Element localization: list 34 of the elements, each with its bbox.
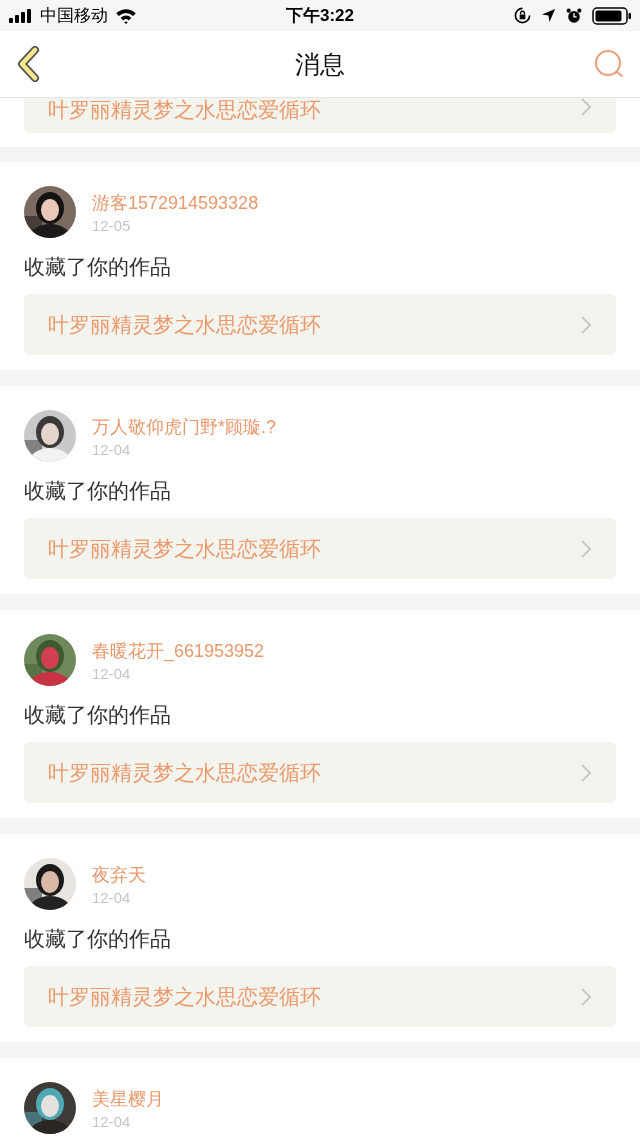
message-date: 12-05 — [92, 216, 132, 234]
wifi-icon — [115, 7, 137, 24]
message-text: 收藏了你的作品 — [24, 478, 172, 504]
battery-icon — [592, 6, 632, 25]
signal-icon — [9, 8, 33, 23]
chevron-icon — [580, 314, 592, 335]
chevron-icon — [580, 986, 592, 1007]
work-link[interactable]: 叶罗丽精灵梦之水思恋爱循环 — [24, 742, 616, 803]
chevron-icon — [580, 762, 592, 783]
work-link[interactable]: 叶罗丽精灵梦之水思恋爱循环 — [24, 518, 616, 579]
message-date: 12-04 — [92, 664, 132, 682]
message-text: 收藏了你的作品 — [24, 702, 172, 728]
user-name[interactable]: 美星樱月 — [92, 1086, 164, 1111]
rotation-lock-icon — [514, 7, 531, 24]
chevron-icon — [580, 538, 592, 559]
carrier-name: 中国移动 — [40, 5, 108, 27]
message-text: 收藏了你的作品 — [24, 926, 172, 952]
user-name[interactable]: 夜弃天 — [92, 862, 146, 887]
work-link[interactable]: 叶罗丽精灵梦之水思恋爱循环 — [24, 98, 616, 133]
message-text: 收藏了你的作品 — [24, 254, 172, 280]
clock-time: 下午3:22 — [286, 5, 354, 27]
work-link[interactable]: 叶罗丽精灵梦之水思恋爱循环 — [24, 966, 616, 1027]
message-date: 12-04 — [92, 1112, 132, 1130]
message-date: 12-04 — [92, 440, 132, 458]
alarm-icon — [566, 7, 582, 24]
message-date: 12-04 — [92, 888, 132, 906]
user-name[interactable]: 春暖花开_661953952 — [92, 638, 265, 663]
work-link[interactable]: 叶罗丽精灵梦之水思恋爱循环 — [24, 294, 616, 355]
user-name[interactable]: 万人敬仰虎门野*顾璇.? — [92, 414, 277, 439]
location-icon — [541, 8, 556, 23]
page-title: 消息 — [295, 48, 345, 80]
chevron-icon — [580, 98, 592, 117]
user-name[interactable]: 游客1572914593328 — [92, 190, 259, 215]
back-icon[interactable] — [16, 46, 42, 82]
